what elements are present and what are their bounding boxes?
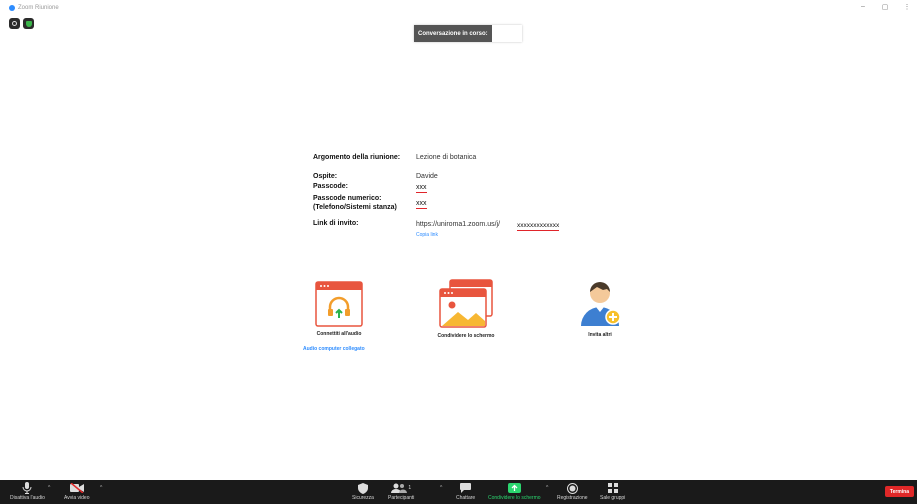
invite-link-label: Link di invito:: [313, 220, 359, 227]
chat-icon: [460, 483, 472, 493]
host-label: Ospite:: [313, 173, 338, 180]
headphones-icon: [315, 281, 363, 327]
invite-link-url: https://uniroma1.zoom.us/j/: [416, 221, 501, 228]
window-controls: – ▢ ⋮: [859, 3, 911, 11]
connect-audio-action[interactable]: Connettiti all'audio: [307, 281, 371, 337]
share-screen-toolbar-label: Condividere lo schermo: [488, 495, 541, 501]
participants-label: Partecipanti: [388, 495, 415, 501]
zoom-logo-icon: [9, 5, 15, 11]
participants-count: 1: [408, 485, 412, 491]
invite-others-label: Invita altri: [588, 332, 612, 338]
participants-options-caret-icon[interactable]: ^: [440, 485, 442, 491]
connect-audio-label: Connettiti all'audio: [316, 331, 362, 337]
video-off-icon: [69, 483, 84, 493]
passcode-value: xxx: [416, 184, 427, 193]
record-label: Registrazione: [557, 495, 588, 501]
share-screen-label: Condividere lo schermo: [437, 333, 495, 339]
numeric-passcode-sublabel: (Telefono/Sistemi stanza): [313, 204, 397, 211]
copy-link[interactable]: Copia link: [416, 232, 438, 238]
mute-label: Disattiva l'audio: [10, 495, 45, 501]
share-screen-arrow-icon: [507, 483, 521, 493]
conversation-banner: Conversazione in corso:: [414, 25, 522, 42]
chat-label: Chattare: [456, 495, 476, 501]
topic-value: Lezione di botanica: [416, 154, 477, 161]
invite-link-masked: xxxxxxxxxxxxx: [517, 222, 560, 231]
share-options-caret-icon[interactable]: ^: [546, 485, 548, 491]
end-meeting-button[interactable]: Termina: [884, 486, 914, 497]
start-video-label: Avvia video: [64, 495, 90, 501]
audio-status: Audio computer collegato: [303, 346, 365, 352]
security-label: Sicurezza: [352, 495, 374, 501]
share-screen-button[interactable]: Condividere lo schermo: [488, 482, 541, 501]
participants-icon: [391, 483, 408, 493]
breakout-rooms-label: Sale gruppi: [600, 495, 626, 501]
record-button[interactable]: Registrazione: [557, 482, 588, 501]
host-value: Davide: [416, 173, 438, 180]
window-title: Zoom Riunione: [18, 5, 59, 11]
share-screen-icon: [439, 279, 493, 328]
conversation-label: Conversazione in corso:: [414, 25, 492, 42]
start-video-button[interactable]: Avvia video: [64, 482, 89, 501]
breakout-rooms-button[interactable]: Sale gruppi: [600, 482, 625, 501]
meeting-toolbar: Disattiva l'audio ^ Avvia video ^ Sicure…: [0, 480, 917, 504]
info-icon[interactable]: [9, 18, 20, 29]
numeric-passcode-label: Passcode numerico:: [313, 195, 382, 202]
app-title: Zoom Riunione: [9, 5, 59, 11]
title-bar: Zoom Riunione – ▢ ⋮: [0, 0, 917, 20]
audio-options-caret-icon[interactable]: ^: [48, 485, 50, 491]
passcode-label: Passcode:: [313, 183, 349, 190]
invite-others-action[interactable]: Invita altri: [570, 278, 630, 338]
security-shield-icon: [357, 482, 368, 494]
topic-label: Argomento della riunione:: [313, 154, 401, 161]
invite-person-icon: [581, 282, 621, 326]
video-options-caret-icon[interactable]: ^: [100, 485, 102, 491]
record-icon: [566, 482, 578, 494]
security-button[interactable]: Sicurezza: [352, 482, 374, 501]
microphone-icon: [22, 482, 32, 494]
encryption-shield-icon[interactable]: [23, 18, 34, 29]
meeting-status-icons: [9, 18, 34, 29]
minimize-button[interactable]: –: [859, 3, 867, 11]
numeric-passcode-value: xxx: [416, 200, 427, 209]
chat-button[interactable]: Chattare: [456, 482, 475, 501]
share-screen-action[interactable]: Condividere lo schermo: [421, 279, 511, 339]
breakout-rooms-icon: [607, 483, 618, 493]
participants-button[interactable]: 1 Partecipanti: [388, 482, 414, 501]
mute-button[interactable]: Disattiva l'audio: [10, 482, 45, 501]
restore-button[interactable]: ▢: [881, 3, 889, 11]
more-button[interactable]: ⋮: [903, 3, 911, 11]
